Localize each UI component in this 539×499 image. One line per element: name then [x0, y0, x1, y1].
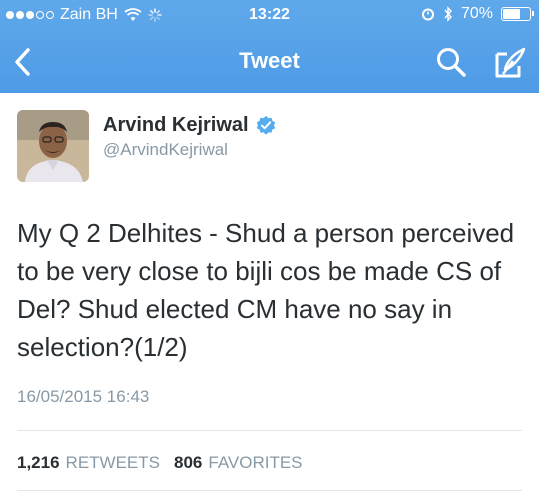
favorites-stat[interactable]: 806 FAVORITES [174, 453, 303, 473]
verified-badge-icon [256, 115, 275, 135]
bluetooth-icon [444, 6, 452, 22]
compose-icon[interactable] [491, 44, 527, 80]
alarm-icon [421, 8, 434, 21]
favorites-label: FAVORITES [208, 453, 303, 472]
divider [17, 430, 522, 431]
status-bar: Zain BH 13:22 70% [0, 0, 539, 30]
tweet-author: Arvind Kejriwal @ArvindKejriwal [17, 110, 522, 190]
avatar[interactable] [17, 110, 89, 182]
author-name[interactable]: Arvind Kejriwal [103, 114, 249, 137]
retweets-count: 1,216 [17, 453, 60, 472]
tweet-stats: 1,216 RETWEETS 806 FAVORITES [17, 453, 303, 473]
divider [17, 490, 522, 491]
tweet-timestamp: 16/05/2015 16:43 [17, 387, 150, 406]
top-bar: Zain BH 13:22 70% Tweet [0, 0, 539, 93]
battery-percent: 70% [460, 5, 493, 22]
retweets-label: RETWEETS [65, 453, 160, 472]
author-handle[interactable]: @ArvindKejriwal [103, 140, 228, 160]
tweet-detail-screen: Zain BH 13:22 70% Tweet Arvind Kejriwal … [0, 0, 539, 499]
tweet-text: My Q 2 Delhites - Shud a person perceive… [17, 218, 515, 362]
author-name-row[interactable]: Arvind Kejriwal [103, 114, 277, 137]
favorites-count: 806 [174, 453, 203, 472]
search-icon[interactable] [435, 46, 467, 78]
retweets-stat[interactable]: 1,216 RETWEETS [17, 453, 160, 473]
status-right: 70% [421, 5, 534, 23]
navigation-bar: Tweet [0, 40, 539, 84]
battery-icon [501, 7, 534, 21]
